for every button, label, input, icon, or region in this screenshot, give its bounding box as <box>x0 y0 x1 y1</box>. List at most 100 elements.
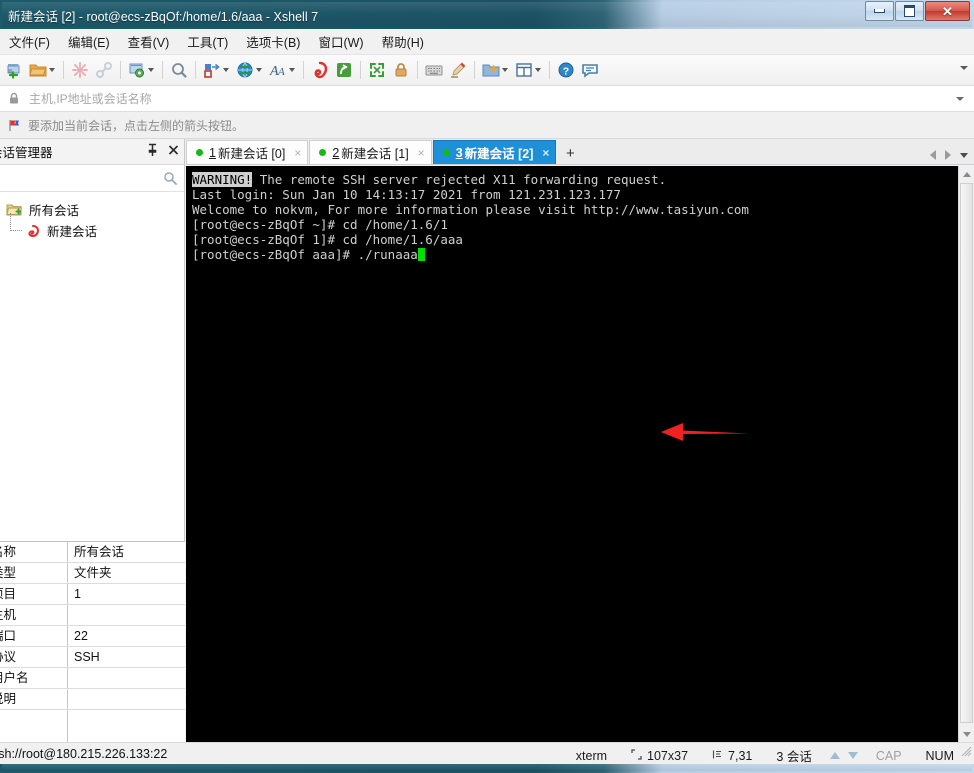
find-button[interactable] <box>167 57 191 83</box>
pin-icon[interactable] <box>146 143 159 157</box>
session-search-row[interactable] <box>0 165 184 192</box>
lock-icon <box>8 92 20 105</box>
new-folder-icon <box>481 60 501 80</box>
terminal-line: Welcome to nokvm, For more information p… <box>192 202 958 217</box>
session-manager-header: 会话管理器 <box>0 139 184 165</box>
minimize-icon <box>866 2 893 20</box>
property-value: 1 <box>74 587 81 601</box>
property-value: SSH <box>74 650 100 664</box>
tab-index: 2 <box>332 145 340 160</box>
session-tree: 所有会话 新建会话 <box>0 192 184 542</box>
fullscreen-button[interactable] <box>365 57 389 83</box>
connection-status: ssh://root@180.215.226.133:22 <box>0 747 168 761</box>
cursor-label: 7,31 <box>728 748 753 763</box>
feedback-button[interactable] <box>578 57 602 83</box>
menu-view[interactable]: 查看(V) <box>119 29 179 54</box>
close-icon: ✕ <box>942 3 953 19</box>
session-properties-caret[interactable] <box>148 68 154 72</box>
layout-caret[interactable] <box>535 68 541 72</box>
font-caret[interactable] <box>289 68 295 72</box>
menu-file[interactable]: 文件(F) <box>0 29 59 54</box>
scroll-down-button[interactable] <box>959 726 974 742</box>
menu-edit[interactable]: 编辑(E) <box>59 29 119 54</box>
notice-bar: 要添加当前会话，点击左侧的箭头按钮。 <box>0 112 974 139</box>
maximize-button[interactable] <box>895 1 924 21</box>
size-label: 107x37 <box>647 748 689 763</box>
tree-node-new-session[interactable]: 新建会话 <box>0 213 184 241</box>
globe-button[interactable] <box>233 57 266 83</box>
tab-label: 新建会话 [1] <box>341 147 409 161</box>
chevron-down-icon[interactable] <box>956 96 964 101</box>
arrow-down-icon <box>847 752 858 759</box>
tab-close-icon[interactable]: × <box>418 147 425 159</box>
lock-button[interactable] <box>389 57 413 83</box>
minimize-button[interactable] <box>865 1 894 21</box>
search-icon[interactable] <box>163 171 177 188</box>
toolbar-overflow-icon[interactable] <box>960 66 968 70</box>
xftp-button[interactable] <box>332 57 356 83</box>
transfer-button[interactable] <box>200 57 233 83</box>
globe-caret[interactable] <box>256 68 262 72</box>
resize-grip[interactable] <box>960 745 972 757</box>
close-icon[interactable] <box>167 143 180 157</box>
font-button[interactable]: A A <box>266 57 299 83</box>
table-row: 说明 <box>0 689 185 710</box>
tree-node-all-sessions[interactable]: 所有会话 <box>0 199 184 220</box>
menu-help[interactable]: 帮助(H) <box>373 29 433 54</box>
scroll-up-button[interactable] <box>959 166 974 182</box>
chevron-right-icon[interactable] <box>945 150 951 160</box>
window-controls: ✕ <box>864 1 970 21</box>
tab-session-1[interactable]: 2 新建会话 [1] × <box>309 140 432 164</box>
chevron-down-icon[interactable] <box>960 152 968 158</box>
new-session-button[interactable] <box>2 57 26 83</box>
toolbar-separator <box>120 61 121 79</box>
tab-close-icon[interactable]: × <box>294 147 301 159</box>
menu-tools[interactable]: 工具(T) <box>178 29 237 54</box>
status-sessions: 3 会话 <box>764 746 823 765</box>
toolbar-separator <box>417 61 418 79</box>
feedback-icon <box>580 60 600 80</box>
transfer-caret[interactable] <box>223 68 229 72</box>
open-session-button[interactable] <box>26 57 59 83</box>
keyboard-icon <box>424 60 444 80</box>
new-folder-button[interactable] <box>479 57 512 83</box>
font-icon: A A <box>268 60 288 80</box>
new-tab-button[interactable]: + <box>560 142 580 164</box>
tab-navigation <box>930 150 968 160</box>
layout-button[interactable] <box>512 57 545 83</box>
tab-index: 3 <box>455 145 463 160</box>
close-button[interactable]: ✕ <box>925 1 970 21</box>
status-bar: ssh://root@180.215.226.133:22 xterm 107x… <box>0 742 974 773</box>
terminal-scrollbar[interactable] <box>958 166 974 742</box>
tab-session-0[interactable]: 1 新建会话 [0] × <box>186 140 309 164</box>
scrollbar-thumb[interactable] <box>960 183 973 723</box>
lock-icon <box>391 60 411 80</box>
keyboard-button[interactable] <box>422 57 446 83</box>
status-bar-row: ssh://root@180.215.226.133:22 xterm 107x… <box>0 743 974 765</box>
disconnect-button <box>68 57 92 83</box>
address-input[interactable] <box>27 90 956 107</box>
menu-window[interactable]: 窗口(W) <box>309 29 372 54</box>
address-bar <box>0 86 974 112</box>
property-key: 项目 <box>0 584 68 604</box>
nokvm-icon <box>310 60 330 80</box>
help-button[interactable]: ? <box>554 57 578 83</box>
tab-close-icon[interactable]: × <box>542 147 549 159</box>
highlight-button[interactable] <box>446 57 470 83</box>
help-icon: ? <box>556 60 576 80</box>
open-session-caret[interactable] <box>49 68 55 72</box>
session-properties-button[interactable] <box>125 57 158 83</box>
chevron-left-icon[interactable] <box>930 150 936 160</box>
new-folder-caret[interactable] <box>502 68 508 72</box>
disconnect-icon <box>70 60 90 80</box>
terminal-line: [root@ecs-zBqOf 1]# cd /home/1.6/aaa <box>192 232 958 247</box>
tree-node-label: 所有会话 <box>29 204 80 218</box>
terminal-text: [root@ecs-zBqOf aaa]# ./runaaa <box>192 247 418 262</box>
notice-text: 要添加当前会话，点击左侧的箭头按钮。 <box>28 118 245 133</box>
nokvm-button[interactable] <box>308 57 332 83</box>
menu-tabs[interactable]: 选项卡(B) <box>237 29 309 54</box>
tab-label: 新建会话 [0] <box>217 147 286 161</box>
tab-session-2[interactable]: 3 新建会话 [2] × <box>432 140 557 164</box>
terminal-screen[interactable]: WARNING! The remote SSH server rejected … <box>186 166 958 742</box>
toolbar-separator <box>162 61 163 79</box>
